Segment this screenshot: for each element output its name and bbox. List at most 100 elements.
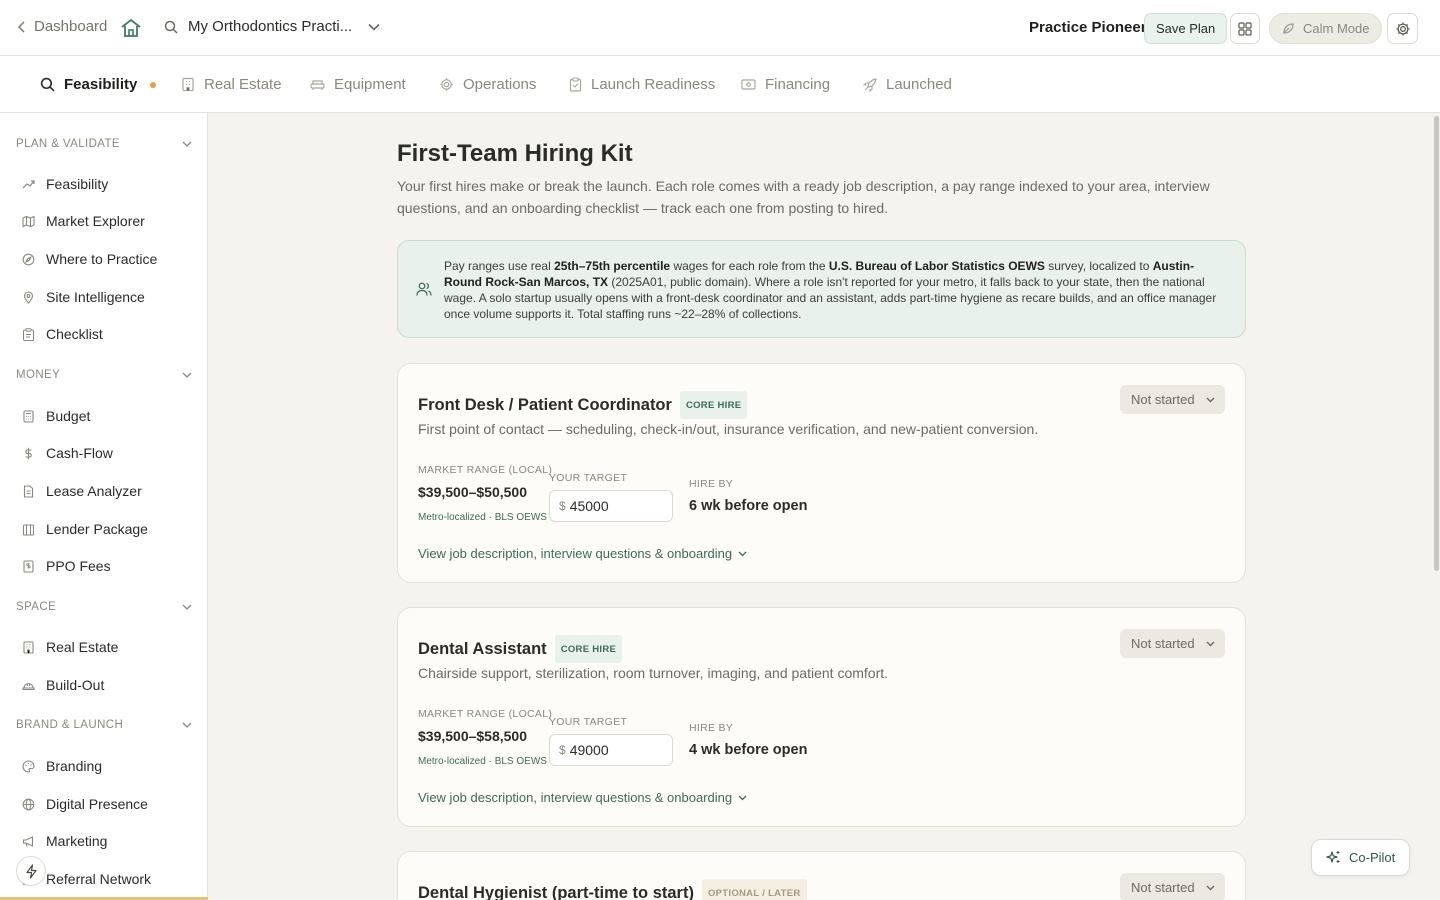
back-to-dashboard-link[interactable]: Dashboard [18,18,107,35]
active-indicator-dot [150,81,157,88]
sidebar-item-where-to-practice[interactable]: Where to Practice [22,251,157,267]
trend-icon [22,179,35,188]
practice-selector[interactable]: My Orthodontics Practi... [164,18,380,35]
chevron-down-icon [1206,397,1215,402]
sidebar-item-cash-flow[interactable]: Cash-Flow [22,445,113,461]
clipboard-icon [22,327,35,341]
top-bar: Dashboard My Orthodontics Practi... Prac… [0,0,1440,56]
status-value: Not started [1131,636,1195,651]
sidebar-item-label: Real Estate [46,639,119,655]
sidebar-item-digital-presence[interactable]: Digital Presence [22,796,148,812]
compass-icon [22,253,35,265]
target-salary-field[interactable]: $ [549,734,673,766]
sidebar-item-market-explorer[interactable]: Market Explorer [22,213,145,229]
role-title-row: Front Desk / Patient Coordinator CORE HI… [418,391,748,419]
role-title: Dental Hygienist (part-time to start) [418,883,694,900]
apps-grid-button[interactable] [1230,13,1260,44]
section-title: SPACE [16,601,57,613]
status-select[interactable]: Not started [1120,629,1225,658]
document-icon [23,484,34,498]
view-details-link[interactable]: View job description, interview question… [418,790,747,805]
back-label: Dashboard [34,18,108,35]
save-plan-button[interactable]: Save Plan [1144,13,1228,44]
sidebar-item-branding[interactable]: Branding [22,758,102,774]
sidebar-item-label: Feasibility [46,176,109,192]
sidebar-section-money[interactable]: MONEY [16,369,192,381]
search-icon [164,20,178,34]
page-scrollbar-thumb[interactable] [1434,116,1439,571]
tab-feasibility[interactable]: Feasibility [40,76,157,93]
tab-launched[interactable]: Launched [863,76,952,93]
building-icon [23,640,34,654]
role-card: Dental Assistant CORE HIRE Not started C… [397,607,1246,827]
practice-name: My Orthodontics Practi... [188,18,353,35]
currency-symbol: $ [559,499,566,513]
sidebar-item-label: PPO Fees [46,558,111,574]
tab-equipment[interactable]: Equipment [310,76,406,93]
sidebar-item-lender-package[interactable]: Lender Package [22,521,148,537]
chevron-left-icon [18,20,25,33]
role-card: Front Desk / Patient Coordinator CORE HI… [397,363,1246,583]
sidebar-item-label: Digital Presence [46,796,148,812]
tab-label: Feasibility [64,76,138,93]
settings-button[interactable] [1387,13,1418,44]
couch-icon [310,80,325,90]
copilot-button[interactable]: Co-Pilot [1311,839,1410,876]
gear-icon [440,78,453,91]
sidebar-item-marketing[interactable]: Marketing [22,833,107,849]
tab-label: Launched [886,76,952,93]
calculator-icon [23,409,34,423]
sidebar-item-site-intelligence[interactable]: Site Intelligence [22,289,145,305]
role-title: Front Desk / Patient Coordinator [418,395,672,414]
clipboard-icon [569,77,582,92]
bank-icon [22,523,35,536]
sidebar-item-budget[interactable]: Budget [22,408,90,424]
leaf-icon [1283,23,1294,34]
sidebar-section-brand-launch[interactable]: BRAND & LAUNCH [16,719,192,731]
sidebar-item-real-estate[interactable]: Real Estate [22,639,118,655]
status-select[interactable]: Not started [1120,385,1225,414]
sidebar-item-checklist[interactable]: Checklist [22,326,103,342]
banknote-icon [741,79,756,90]
tab-financing[interactable]: Financing [741,76,830,93]
role-card: Dental Hygienist (part-time to start) OP… [397,851,1246,900]
tab-real-estate[interactable]: Real Estate [181,76,282,93]
currency-symbol: $ [559,743,566,757]
calm-mode-toggle[interactable]: Calm Mode [1269,13,1383,44]
chevron-down-icon [182,372,192,378]
tab-launch-readiness[interactable]: Launch Readiness [569,76,715,93]
section-title: PLAN & VALIDATE [16,138,120,150]
page-title: First-Team Hiring Kit [397,140,633,167]
role-title-row: Dental Hygienist (part-time to start) OP… [418,879,807,900]
sidebar-section-plan-validate[interactable]: PLAN & VALIDATE [16,138,192,150]
sidebar-item-build-out[interactable]: Build-Out [22,677,104,693]
sidebar-item-lease-analyzer[interactable]: Lease Analyzer [22,483,142,499]
role-description: Chairside support, sterilization, room t… [418,665,889,681]
hire-by-value: 4 wk before open [689,742,808,758]
target-salary-field[interactable]: $ [549,490,673,522]
quick-actions-button[interactable] [16,856,46,886]
status-select[interactable]: Not started [1120,873,1225,900]
your-target-label: YOUR TARGET [549,472,628,484]
target-salary-input[interactable] [569,742,660,758]
status-value: Not started [1131,880,1195,895]
dollar-icon [25,447,32,459]
globe-icon [22,798,35,810]
market-range-value: $39,500–$58,500 [418,728,527,744]
target-salary-input[interactable] [569,498,660,514]
tab-operations[interactable]: Operations [439,76,536,93]
sidebar-section-space[interactable]: SPACE [16,601,192,613]
view-details-link[interactable]: View job description, interview question… [418,546,747,561]
grid-icon [1238,21,1252,36]
sidebar-item-feasibility[interactable]: Feasibility [22,176,108,192]
tab-label: Financing [765,76,831,93]
building-icon [182,77,194,92]
status-value: Not started [1131,392,1195,407]
chevron-down-icon [182,722,192,728]
sidebar: PLAN & VALIDATE Feasibility Market Explo… [0,113,208,900]
palette-icon [22,759,35,773]
info-text: Pay ranges use real 25th–75th percentile… [444,259,1217,321]
home-icon[interactable] [120,17,142,39]
sidebar-item-ppo-fees[interactable]: PPO Fees [22,558,111,574]
role-badge: CORE HIRE [554,635,623,663]
